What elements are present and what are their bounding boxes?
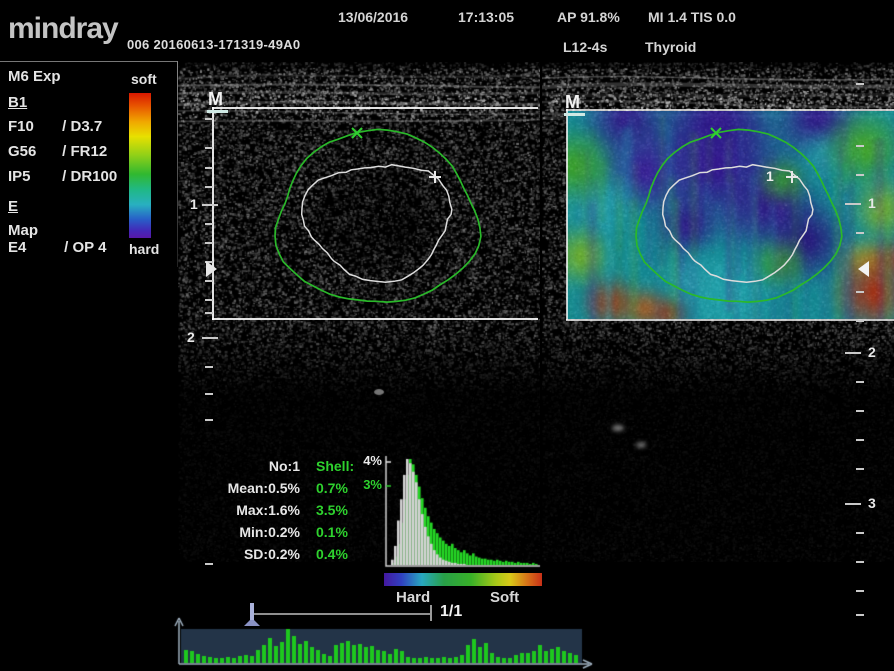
ruler-tick bbox=[205, 312, 213, 314]
ruler-tick bbox=[205, 223, 213, 225]
orientation-marker-right: M bbox=[565, 92, 580, 113]
ruler-tick bbox=[856, 468, 864, 470]
ruler-tick bbox=[845, 203, 861, 205]
stats-row: Max:1.6%3.5% bbox=[198, 499, 354, 521]
ruler-tick bbox=[205, 118, 213, 120]
measurement-trace bbox=[302, 165, 452, 283]
ruler-tick bbox=[205, 147, 213, 149]
ruler-tick bbox=[856, 381, 864, 383]
ruler-tick bbox=[202, 337, 218, 339]
ruler-tick bbox=[856, 439, 864, 441]
ruler-tick bbox=[845, 352, 861, 354]
stats-row: No:1Shell: bbox=[198, 455, 354, 477]
histogram-tick-4pct: 4% bbox=[358, 453, 382, 468]
strain-histogram bbox=[382, 452, 542, 570]
ruler-tick bbox=[856, 320, 864, 322]
ruler-tick bbox=[205, 299, 213, 301]
ruler-tick bbox=[845, 503, 861, 505]
ultrasound-screen: mindray 006 20160613-171319-49A0 13/06/2… bbox=[0, 0, 894, 671]
stats-row: Mean:0.5%0.7% bbox=[198, 477, 354, 499]
ruler-tick bbox=[205, 242, 213, 244]
trace-overlay bbox=[0, 0, 894, 671]
orientation-marker-underline bbox=[564, 113, 585, 116]
stats-row: SD:0.2%0.4% bbox=[198, 543, 354, 565]
right-ruler-label-3: 3 bbox=[868, 495, 876, 511]
measurement-trace bbox=[663, 165, 813, 283]
ruler-tick bbox=[856, 174, 864, 176]
ruler-tick bbox=[205, 186, 213, 188]
ruler-tick bbox=[205, 280, 213, 282]
ruler-tick bbox=[205, 419, 213, 421]
ruler-tick bbox=[856, 83, 864, 85]
ruler-tick bbox=[856, 590, 864, 592]
ruler-tick bbox=[856, 532, 864, 534]
left-ruler-label-2: 2 bbox=[187, 329, 195, 345]
ruler-tick bbox=[205, 167, 213, 169]
trace-caliper-marker bbox=[786, 171, 798, 183]
orientation-marker-underline bbox=[207, 110, 228, 113]
ruler-tick bbox=[202, 204, 218, 206]
scale-hard-label: Hard bbox=[396, 589, 430, 606]
focus-marker-right bbox=[858, 261, 869, 277]
strain-scale-gradient bbox=[384, 573, 542, 586]
ruler-tick bbox=[856, 291, 864, 293]
ruler-tick bbox=[205, 366, 213, 368]
ruler-tick bbox=[205, 393, 213, 395]
ruler-tick bbox=[856, 232, 864, 234]
cine-timeline-bar[interactable] bbox=[172, 615, 594, 669]
histogram-tick-3pct: 3% bbox=[358, 477, 382, 492]
right-ruler-label-1: 1 bbox=[868, 195, 876, 211]
ruler-tick bbox=[856, 561, 864, 563]
right-ruler-label-2: 2 bbox=[868, 344, 876, 360]
ruler-tick bbox=[856, 410, 864, 412]
scale-soft-label: Soft bbox=[490, 589, 519, 606]
focus-marker-left bbox=[206, 261, 217, 277]
stats-row: Min:0.2%0.1% bbox=[198, 521, 354, 543]
left-ruler-label-1: 1 bbox=[190, 196, 198, 212]
orientation-marker-left: M bbox=[208, 89, 223, 110]
strain-stats-table: No:1Shell: Mean:0.5%0.7% Max:1.6%3.5% Mi… bbox=[198, 455, 354, 565]
ruler-tick bbox=[856, 145, 864, 147]
trace-number-label: 1 bbox=[766, 168, 774, 184]
ruler-tick bbox=[856, 614, 864, 616]
